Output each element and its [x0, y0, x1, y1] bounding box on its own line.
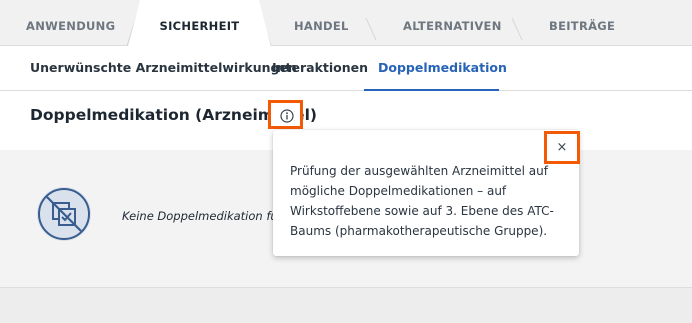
close-button[interactable]: × [544, 131, 580, 164]
app-root: ANWENDUNG SICHERHEIT HANDEL ALTERNATIVEN… [0, 0, 692, 323]
sub-tab-bar: Unerwünschte Arzneimittelwirkungen Inter… [0, 46, 692, 91]
subtab-doppelmedikation[interactable]: Doppelmedikation [364, 46, 507, 91]
subtab-interaktionen[interactable]: Interaktionen [272, 46, 368, 91]
tab-separators [126, 7, 523, 46]
empty-state-text: Keine Doppelmedikation für die ausgewähl… [122, 209, 274, 223]
info-button[interactable] [268, 100, 303, 129]
info-circle-icon [280, 109, 294, 123]
info-popover: × Prüfung der ausgewählten Arzneimittel … [273, 130, 580, 256]
close-icon: × [556, 140, 568, 155]
no-duplicate-medication-icon [37, 187, 91, 241]
subtab-unerwuenschte-wirkungen[interactable]: Unerwünschte Arzneimittelwirkungen [30, 46, 297, 91]
main-tab-bar: ANWENDUNG SICHERHEIT HANDEL ALTERNATIVEN… [0, 0, 692, 47]
tab-sicherheit[interactable]: SICHERHEIT [128, 0, 271, 47]
popover-text: Prüfung der ausgewählten Arzneimittel au… [290, 164, 554, 238]
